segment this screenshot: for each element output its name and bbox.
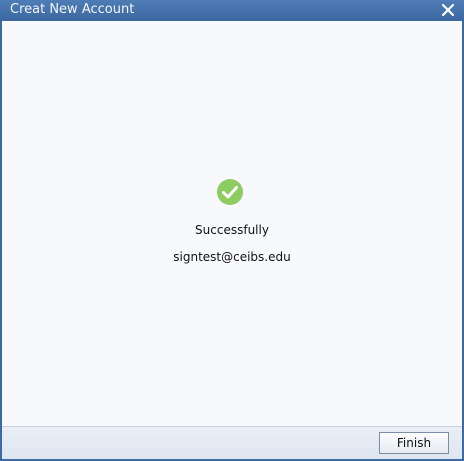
dialog-footer: Finish [2, 426, 462, 459]
finish-button[interactable]: Finish [379, 432, 449, 454]
close-button[interactable] [438, 1, 458, 20]
success-message: Successfully [195, 223, 269, 237]
account-email: signtest@ceibs.edu [173, 250, 291, 264]
dialog-window: Creat New Account Successfully signtest@… [0, 0, 464, 461]
check-circle-icon [216, 178, 244, 206]
close-icon [441, 3, 455, 17]
title-bar[interactable]: Creat New Account [0, 0, 464, 21]
dialog-body: Successfully signtest@ceibs.edu Finish [2, 21, 462, 459]
result-panel: Successfully signtest@ceibs.edu [2, 21, 462, 426]
window-title: Creat New Account [10, 2, 135, 17]
